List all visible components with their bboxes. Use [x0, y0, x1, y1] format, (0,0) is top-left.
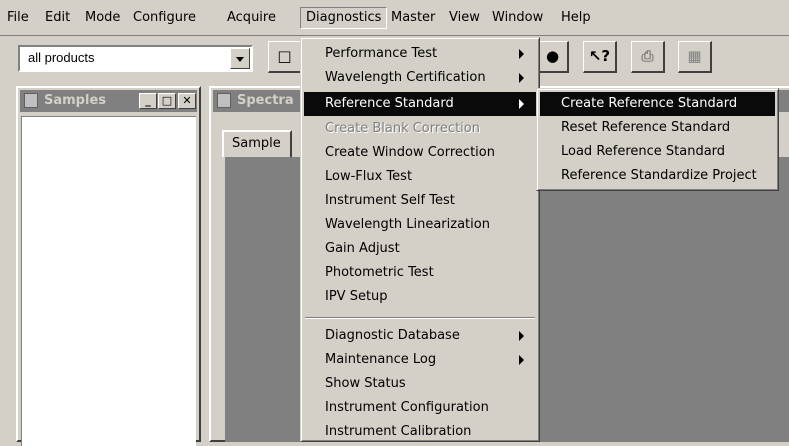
calculator-button[interactable]: ▦ — [678, 41, 712, 73]
record-icon: ● — [545, 47, 560, 65]
chevron-down-icon[interactable] — [230, 48, 250, 69]
menu-item-load-reference-standard[interactable]: Load Reference Standard — [540, 140, 775, 164]
menu-item-label: Instrument Configuration — [325, 400, 489, 415]
menu-item-label: Diagnostic Database — [325, 328, 460, 343]
menu-diagnostics[interactable]: Diagnostics — [300, 7, 388, 29]
menu-item-label: Maintenance Log — [325, 352, 437, 367]
new-document-button[interactable]: □ — [268, 41, 302, 73]
context-help-button[interactable]: ↖? — [583, 41, 617, 73]
menu-item-reference-standardize-project[interactable]: Reference Standardize Project — [540, 164, 775, 188]
menu-item-label: Wavelength Linearization — [325, 217, 490, 232]
menu-item-gain-adjust[interactable]: Gain Adjust — [304, 237, 536, 261]
menu-item-label: Create Blank Correction — [325, 121, 480, 136]
toolbar-separator — [0, 35, 789, 36]
menu-item-label: IPV Setup — [325, 289, 388, 304]
menu-item-label: Low-Flux Test — [325, 169, 413, 184]
menu-file[interactable]: File — [2, 8, 34, 28]
submenu-arrow-icon — [519, 49, 524, 59]
menu-item-label: Create Reference Standard — [561, 96, 738, 111]
menu-item-instrument-calibration[interactable]: Instrument Calibration — [304, 420, 536, 444]
menu-item-photometric-test[interactable]: Photometric Test — [304, 261, 536, 285]
menu-item-label: Reference Standardize Project — [561, 168, 757, 183]
menu-item-label: Load Reference Standard — [561, 144, 726, 159]
menu-item-low-flux-test[interactable]: Low-Flux Test — [304, 165, 536, 189]
menu-help[interactable]: Help — [556, 8, 596, 28]
menu-edit[interactable]: Edit — [40, 8, 75, 28]
menu-configure[interactable]: Configure — [128, 8, 201, 28]
submenu-arrow-icon — [519, 331, 524, 341]
spectra-window-icon — [217, 93, 231, 108]
menu-item-show-status[interactable]: Show Status — [304, 372, 536, 396]
menu-item-maintenance-log[interactable]: Maintenance Log — [304, 348, 536, 372]
menu-acquire[interactable]: Acquire — [222, 8, 281, 28]
menu-item-label: Instrument Self Test — [325, 193, 455, 208]
menu-item-create-blank-correction: Create Blank Correction — [304, 117, 536, 141]
menu-item-diagnostic-database[interactable]: Diagnostic Database — [304, 324, 536, 348]
menu-item-performance-test[interactable]: Performance Test — [304, 42, 536, 66]
submenu-arrow-icon — [519, 73, 524, 83]
record-button[interactable]: ● — [537, 41, 569, 73]
menu-view[interactable]: View — [444, 8, 485, 28]
tab-sample[interactable]: Sample — [222, 130, 292, 157]
document-icon: □ — [277, 47, 292, 65]
spectra-title: Spectra — [237, 93, 294, 108]
print-button[interactable]: ⎙ — [631, 41, 665, 73]
menu-item-label: Gain Adjust — [325, 241, 400, 256]
samples-titlebar: Samples _ □ ✕ — [20, 90, 197, 112]
menu-item-instrument-self-test[interactable]: Instrument Self Test — [304, 189, 536, 213]
help-pointer-icon: ↖? — [588, 47, 611, 65]
close-icon[interactable]: ✕ — [178, 93, 196, 109]
printer-icon: ⎙ — [641, 47, 654, 65]
samples-window-icon — [24, 93, 38, 108]
menu-item-label: Show Status — [325, 376, 406, 391]
menu-item-create-reference-standard[interactable]: Create Reference Standard — [540, 92, 775, 116]
menu-item-wavelength-linearization[interactable]: Wavelength Linearization — [304, 213, 536, 237]
samples-window: Samples _ □ ✕ — [16, 86, 201, 446]
reference-standard-submenu: Create Reference Standard Reset Referenc… — [536, 88, 779, 191]
product-filter-combobox[interactable]: all products — [18, 45, 253, 72]
menu-separator — [305, 317, 535, 319]
menu-item-label: Create Window Correction — [325, 145, 495, 160]
menu-item-instrument-configuration[interactable]: Instrument Configuration — [304, 396, 536, 420]
menu-item-label: Photometric Test — [325, 265, 434, 280]
diagnostics-menu: Performance Test Wavelength Certificatio… — [300, 37, 540, 442]
menu-item-label: Reference Standard — [325, 96, 454, 111]
menu-mode[interactable]: Mode — [80, 8, 125, 28]
minimize-icon[interactable]: _ — [139, 93, 157, 109]
product-filter-value: all products — [28, 50, 95, 65]
menu-item-wavelength-certification[interactable]: Wavelength Certification — [304, 66, 536, 90]
submenu-arrow-icon — [519, 99, 524, 109]
menu-window[interactable]: Window — [487, 8, 548, 28]
maximize-icon[interactable]: □ — [158, 93, 176, 109]
menu-master[interactable]: Master — [386, 8, 440, 28]
menu-item-label: Performance Test — [325, 46, 438, 61]
samples-list[interactable] — [21, 116, 196, 446]
menu-item-reset-reference-standard[interactable]: Reset Reference Standard — [540, 116, 775, 140]
menu-item-label: Wavelength Certification — [325, 70, 486, 85]
menu-item-label: Reset Reference Standard — [561, 120, 731, 135]
submenu-arrow-icon — [519, 355, 524, 365]
menu-item-ipv-setup[interactable]: IPV Setup — [304, 285, 536, 309]
calculator-icon: ▦ — [687, 47, 702, 65]
samples-title: Samples — [44, 93, 106, 108]
menu-bar: File Edit Mode Configure Acquire Diagnos… — [0, 0, 789, 34]
menu-item-create-window-correction[interactable]: Create Window Correction — [304, 141, 536, 165]
menu-item-reference-standard[interactable]: Reference Standard — [304, 92, 536, 116]
menu-item-label: Instrument Calibration — [325, 424, 472, 439]
